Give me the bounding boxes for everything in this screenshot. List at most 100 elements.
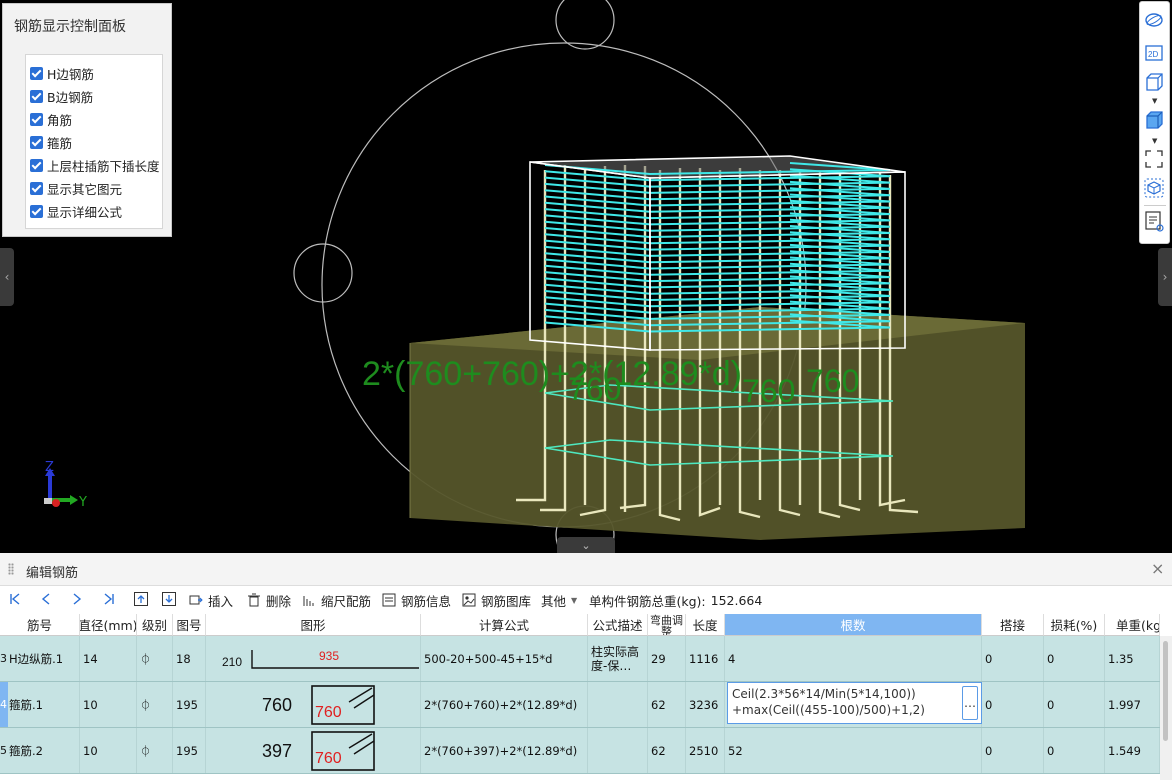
cell-count[interactable]: 4	[725, 636, 982, 681]
cell-count[interactable]: 52	[725, 728, 982, 773]
cell-loss[interactable]: 0	[1044, 682, 1105, 727]
checkbox-checked-icon[interactable]	[30, 89, 43, 103]
cell-length[interactable]: 1116	[686, 636, 725, 681]
row-number[interactable]: 5	[0, 728, 8, 773]
drag-grip-icon[interactable]	[8, 563, 14, 575]
cell-lap[interactable]: 0	[982, 636, 1044, 681]
cell-bend-adjust[interactable]: 62	[648, 728, 686, 773]
first-record-icon[interactable]	[7, 591, 23, 607]
scale-rebar-button[interactable]: 缩尺配筋	[302, 592, 371, 609]
col-header-figure-no[interactable]: 图号	[173, 614, 206, 636]
col-header-length[interactable]: 长度	[686, 614, 725, 636]
checkbox-checked-icon[interactable]	[30, 135, 43, 149]
cell-loss[interactable]: 0	[1044, 728, 1105, 773]
insert-button[interactable]: 插入	[189, 592, 233, 609]
next-record-icon[interactable]	[69, 591, 85, 607]
cell-bar-no[interactable]: 箍筋.1	[8, 682, 80, 727]
other-dropdown[interactable]: 其他 ▼	[541, 592, 577, 609]
cell-formula[interactable]: 2*(760+397)+2*(12.89*d)	[421, 728, 588, 773]
col-header-count[interactable]: 根数	[725, 614, 982, 636]
cell-unit-weight[interactable]: 1.997	[1105, 682, 1160, 727]
cell-unit-weight[interactable]: 1.35	[1105, 636, 1160, 681]
cell-diameter[interactable]: 10	[80, 728, 137, 773]
scrollbar-thumb[interactable]	[1163, 641, 1168, 741]
cell-figure-no[interactable]: 18	[173, 636, 206, 681]
cell-length[interactable]: 2510	[686, 728, 725, 773]
cube-outline-icon[interactable]	[1144, 72, 1166, 94]
option-insert-length[interactable]: 上层柱插筋下插长度	[30, 156, 160, 174]
col-header-bend-adjust[interactable]: 弯曲调整	[648, 614, 686, 636]
count-formula-text[interactable]: Ceil(2.3*56*14/Min(5*14,100)) +max(Ceil(…	[732, 686, 960, 718]
option-b-edge-rebar[interactable]: B边钢筋	[30, 87, 93, 105]
cell-shape[interactable]: 397 760	[206, 728, 421, 773]
cell-shape[interactable]: 210 935	[206, 636, 421, 681]
col-header-unit-weight[interactable]: 单重(kg	[1105, 614, 1160, 636]
cell-shape[interactable]: 760 760	[206, 682, 421, 727]
col-header-bar-no[interactable]: 筋号	[0, 614, 80, 636]
cell-formula-desc[interactable]	[588, 682, 648, 727]
table-scrollbar[interactable]	[1160, 636, 1172, 780]
previous-record-icon[interactable]	[38, 591, 54, 607]
col-header-grade[interactable]: 级别	[137, 614, 173, 636]
option-corner-rebar[interactable]: 角筋	[30, 110, 72, 128]
checkbox-checked-icon[interactable]	[30, 158, 43, 172]
last-record-icon[interactable]	[101, 591, 117, 607]
properties-icon[interactable]	[1144, 211, 1166, 233]
option-show-other-elements[interactable]: 显示其它图元	[30, 179, 122, 197]
checkbox-checked-icon[interactable]	[30, 204, 43, 218]
cell-formula-desc[interactable]: 柱实际高度-保…	[588, 636, 648, 681]
cell-lap[interactable]: 0	[982, 682, 1044, 727]
cell-length[interactable]: 3236	[686, 682, 725, 727]
caret-down-icon[interactable]: ▼	[1152, 137, 1157, 145]
cell-grade[interactable]: ⏀	[137, 728, 173, 773]
cell-diameter[interactable]: 14	[80, 636, 137, 681]
fullscreen-icon[interactable]	[1144, 149, 1166, 171]
col-header-shape[interactable]: 图形	[206, 614, 421, 636]
right-collapse-tab[interactable]: ›	[1158, 248, 1172, 306]
ellipse-icon[interactable]	[1144, 12, 1166, 34]
move-up-icon[interactable]	[133, 591, 149, 607]
col-header-diameter[interactable]: 直径(mm)	[80, 614, 137, 636]
checkbox-checked-icon[interactable]	[30, 181, 43, 195]
left-collapse-tab[interactable]: ‹	[0, 248, 14, 306]
table-row-selected[interactable]: 4 箍筋.1 10 ⏀ 195 760 760 2*(760+760)+2*(1…	[0, 682, 1160, 728]
cell-formula[interactable]: 2*(760+760)+2*(12.89*d)	[421, 682, 588, 727]
table-row[interactable]: 5 箍筋.2 10 ⏀ 195 397 760 2*(760+397)+2*(1…	[0, 728, 1160, 774]
rebar-info-button[interactable]: 钢筋信息	[382, 592, 451, 609]
table-row[interactable]: 3 H边纵筋.1 14 ⏀ 18 210 935 500-20+500-45+1…	[0, 636, 1160, 682]
caret-down-icon[interactable]: ▼	[1152, 97, 1157, 105]
cell-diameter[interactable]: 10	[80, 682, 137, 727]
col-header-formula-desc[interactable]: 公式描述	[588, 614, 648, 636]
col-header-loss[interactable]: 损耗(%)	[1044, 614, 1105, 636]
row-number[interactable]: 3	[0, 636, 8, 681]
col-header-lap[interactable]: 搭接	[982, 614, 1044, 636]
cell-lap[interactable]: 0	[982, 728, 1044, 773]
cube-solid-icon[interactable]	[1144, 110, 1166, 132]
cell-figure-no[interactable]: 195	[173, 682, 206, 727]
cell-grade[interactable]: ⏀	[137, 682, 173, 727]
cube-settings-icon[interactable]	[1144, 178, 1166, 200]
cell-formula-desc[interactable]	[588, 728, 648, 773]
cell-bend-adjust[interactable]: 29	[648, 636, 686, 681]
cell-bend-adjust[interactable]: 62	[648, 682, 686, 727]
cell-figure-no[interactable]: 195	[173, 728, 206, 773]
view-2d-icon[interactable]: 2D	[1144, 44, 1166, 66]
move-down-icon[interactable]	[161, 591, 177, 607]
cell-loss[interactable]: 0	[1044, 636, 1105, 681]
bottom-collapse-tab[interactable]: ⌄	[557, 537, 615, 553]
rebar-library-button[interactable]: 钢筋图库	[462, 592, 531, 609]
checkbox-checked-icon[interactable]	[30, 66, 43, 80]
option-stirrup[interactable]: 箍筋	[30, 133, 72, 151]
count-formula-editor[interactable]: Ceil(2.3*56*14/Min(5*14,100)) +max(Ceil(…	[727, 682, 982, 724]
more-options-button[interactable]: …	[962, 686, 978, 720]
row-number[interactable]: 4	[0, 682, 8, 727]
option-h-edge-rebar[interactable]: H边钢筋	[30, 64, 94, 82]
delete-button[interactable]: 删除	[247, 592, 291, 609]
cell-bar-no[interactable]: H边纵筋.1	[8, 636, 80, 681]
option-show-detailed-formula[interactable]: 显示详细公式	[30, 202, 122, 220]
cell-grade[interactable]: ⏀	[137, 636, 173, 681]
cell-bar-no[interactable]: 箍筋.2	[8, 728, 80, 773]
3d-viewport[interactable]: 2*(760+760)+2*(12.89*d) 760 760 760 Z Y …	[0, 0, 1172, 553]
cell-unit-weight[interactable]: 1.549	[1105, 728, 1160, 773]
col-header-formula[interactable]: 计算公式	[421, 614, 588, 636]
